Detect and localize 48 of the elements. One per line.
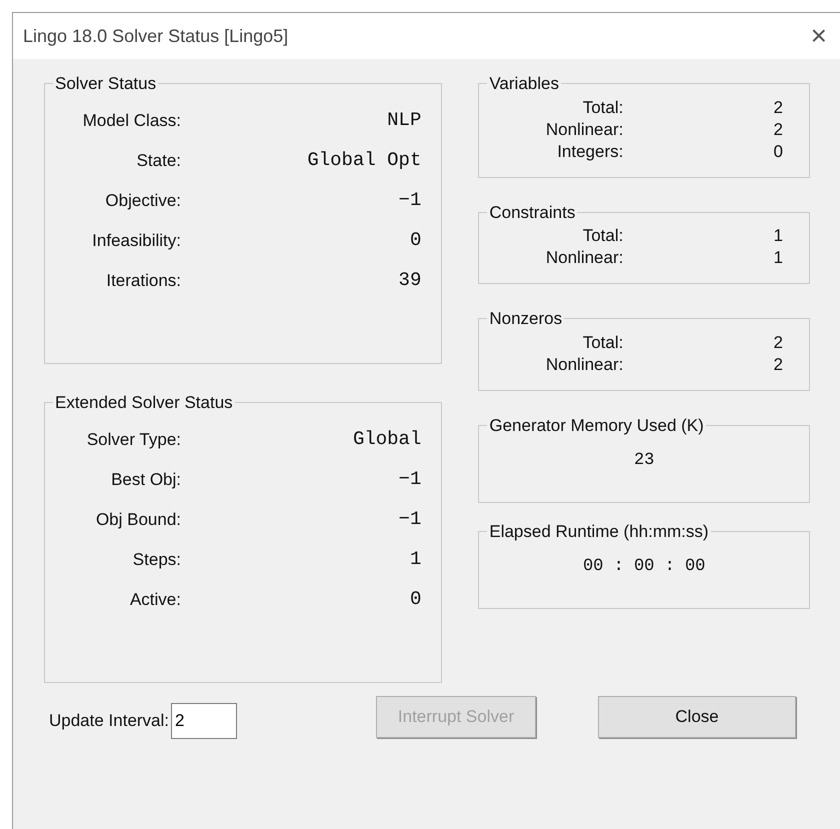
field-value: −1 <box>398 507 422 532</box>
field-value: NLP <box>386 108 422 134</box>
window-title: Lingo 18.0 Solver Status [Lingo5] <box>23 24 288 48</box>
field-value: 0 <box>408 228 422 254</box>
group-title: Elapsed Runtime (hh:mm:ss) <box>488 520 710 542</box>
field-value: Global <box>352 427 422 452</box>
field-label: Nonlinear: <box>544 354 624 376</box>
field-value: −1 <box>398 467 422 492</box>
field-value: 0 <box>772 140 783 163</box>
field-label: Infeasibility: <box>91 230 181 252</box>
field-label: Steps: <box>132 548 181 571</box>
field-value: 2 <box>772 96 783 119</box>
field-label: Obj Bound: <box>94 508 181 531</box>
update-interval-field[interactable]: 2 <box>171 703 238 739</box>
readout-value: 23 <box>634 450 654 472</box>
field-value: 1 <box>772 225 783 248</box>
group-title: Solver Status <box>54 73 158 95</box>
field-value: Global Opt <box>306 148 422 174</box>
field-value: 0 <box>408 587 422 612</box>
field-label: Best Obj: <box>110 468 181 491</box>
field-value: 1 <box>408 547 422 572</box>
field-value: 1 <box>772 247 783 270</box>
field-label: Total: <box>582 225 624 248</box>
field-label: Active: <box>128 588 181 611</box>
group-title: Nonzeros <box>488 308 564 330</box>
field-label: Iterations: <box>105 270 181 292</box>
field-value: 39 <box>398 268 422 294</box>
field-label: Nonlinear: <box>544 247 624 270</box>
group-title: Extended Solver Status <box>54 392 234 414</box>
field-label: Solver Type: <box>86 428 181 451</box>
field-value: 2 <box>772 354 783 376</box>
field-label: Model Class: <box>82 110 181 132</box>
field-label: Nonlinear: <box>544 118 624 141</box>
group-title: Variables <box>488 73 560 95</box>
update-interval-label: Update Interval: <box>49 710 170 732</box>
close-button[interactable]: × <box>806 22 831 50</box>
field-label: Total: <box>582 96 624 119</box>
field-label: State: <box>136 150 181 172</box>
field-value: −1 <box>398 188 422 214</box>
field-label: Objective: <box>104 190 181 212</box>
group-title: Generator Memory Used (K) <box>488 414 705 436</box>
field-value: 2 <box>772 332 783 354</box>
group-title: Constraints <box>488 202 576 224</box>
dialog-button[interactable]: Close <box>598 696 796 738</box>
field-label: Total: <box>582 332 624 354</box>
field-label: Integers: <box>556 140 624 163</box>
field-value: 2 <box>772 118 783 141</box>
readout-value: 00 : 00 : 00 <box>582 556 706 578</box>
